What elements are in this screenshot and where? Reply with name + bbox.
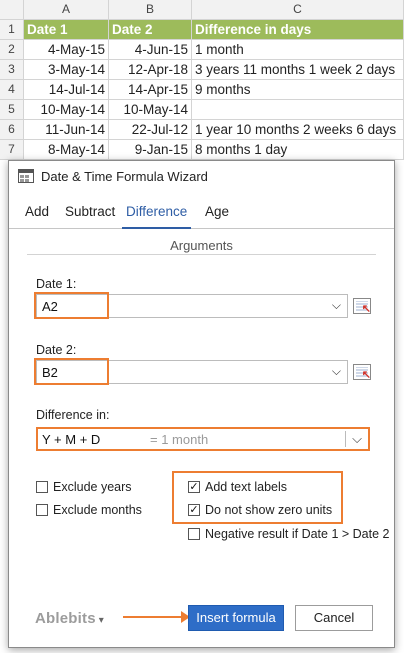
checkbox-box[interactable] [36,504,48,516]
brand-logo-text: Ablebits [35,610,96,627]
checkbox-box[interactable] [188,528,200,540]
cell-a7[interactable]: 8-May-14 [24,140,109,160]
chevron-down-icon: ▾ [98,615,105,626]
tab-age[interactable]: Age [205,204,229,229]
row-number[interactable]: 6 [0,120,24,140]
date2-label: Date 2: [36,343,77,357]
tab-subtract[interactable]: Subtract [65,204,115,229]
col-header-a[interactable]: A [24,0,109,20]
table-row: 7 8-May-14 9-Jan-15 8 months 1 day [0,140,404,160]
formula-wizard-dialog: Date & Time Formula Wizard Add Subtract … [8,160,395,648]
cell-c5[interactable] [192,100,404,120]
row-number[interactable]: 3 [0,60,24,80]
cell-reference-button[interactable]: ↖ [353,364,371,381]
dialog-titlebar[interactable]: Date & Time Formula Wizard [9,161,394,191]
checkbox-label: Exclude months [53,503,142,517]
checkbox-label: Add text labels [205,480,287,494]
cell-c1[interactable]: Difference in days [192,20,404,40]
col-header-c[interactable]: C [192,0,404,20]
cell-c4[interactable]: 9 months [192,80,404,100]
cell-a3[interactable]: 3-May-14 [24,60,109,80]
cell-b6[interactable]: 22-Jul-12 [109,120,192,140]
cell-c3[interactable]: 3 years 11 months 1 week 2 days [192,60,404,80]
col-header-b[interactable]: B [109,0,192,20]
calendar-table-icon [18,169,34,183]
cell-c6[interactable]: 1 year 10 months 2 weeks 6 days [192,120,404,140]
table-row: 1 Date 1 Date 2 Difference in days [0,20,404,40]
row-number[interactable]: 4 [0,80,24,100]
select-all-corner[interactable] [0,0,24,20]
table-row: 5 10-May-14 10-May-14 [0,100,404,120]
cell-a6[interactable]: 11-Jun-14 [24,120,109,140]
tab-difference[interactable]: Difference [122,204,192,229]
arguments-group-title: Arguments [170,238,233,253]
date1-highlight [34,292,109,319]
row-number[interactable]: 2 [0,40,24,60]
dropdown-separator [345,431,346,447]
arrow-icon: ↖ [361,369,371,381]
dialog-title: Date & Time Formula Wizard [41,169,208,184]
row-number[interactable]: 1 [0,20,24,40]
checkmark-icon[interactable]: ✓ [188,504,200,516]
cell-b7[interactable]: 9-Jan-15 [109,140,192,160]
checkmark-icon[interactable]: ✓ [188,481,200,493]
cell-a4[interactable]: 14-Jul-14 [24,80,109,100]
annotation-arrow [123,611,190,623]
insert-formula-button[interactable]: Insert formula [188,605,284,631]
cell-reference-button[interactable]: ↖ [353,298,371,315]
chevron-down-icon[interactable]: ⌵ [332,298,341,313]
table-row: 4 14-Jul-14 14-Apr-15 9 months [0,80,404,100]
cell-b4[interactable]: 14-Apr-15 [109,80,192,100]
checkbox-label: Do not show zero units [205,503,333,517]
chevron-down-icon[interactable]: ⌵ [332,364,341,379]
ablebits-menu[interactable]: Ablebits ▾ [35,610,104,627]
column-header-row: A B C [0,0,404,20]
arrow-icon: ↖ [361,303,371,315]
date2-highlight [34,358,109,385]
cell-b3[interactable]: 12-Apr-18 [109,60,192,80]
difference-label: Difference in: [36,408,110,422]
row-number[interactable]: 7 [0,140,24,160]
difference-preview: = 1 month [150,432,209,447]
cell-b2[interactable]: 4-Jun-15 [109,40,192,60]
table-row: 2 4-May-15 4-Jun-15 1 month [0,40,404,60]
difference-value: Y + M + D [42,432,101,447]
cell-c2[interactable]: 1 month [192,40,404,60]
tab-add[interactable]: Add [25,204,49,229]
table-row: 6 11-Jun-14 22-Jul-12 1 year 10 months 2… [0,120,404,140]
cell-a5[interactable]: 10-May-14 [24,100,109,120]
difference-dropdown[interactable]: Y + M + D = 1 month ⌵ [36,427,370,451]
table-row: 3 3-May-14 12-Apr-18 3 years 11 months 1… [0,60,404,80]
cell-b5[interactable]: 10-May-14 [109,100,192,120]
group-divider [27,254,376,255]
cell-b1[interactable]: Date 2 [109,20,192,40]
checkbox-box[interactable] [36,481,48,493]
cancel-button[interactable]: Cancel [295,605,373,631]
checkbox-label: Exclude years [53,480,132,494]
row-number[interactable]: 5 [0,100,24,120]
checkbox-label: Negative result if Date 1 > Date 2 [205,527,390,541]
cell-a1[interactable]: Date 1 [24,20,109,40]
date1-label: Date 1: [36,277,77,291]
tab-bar: Add Subtract Difference Age [9,201,394,229]
cell-a2[interactable]: 4-May-15 [24,40,109,60]
chevron-down-icon[interactable]: ⌵ [352,431,362,447]
cell-c7[interactable]: 8 months 1 day [192,140,404,160]
